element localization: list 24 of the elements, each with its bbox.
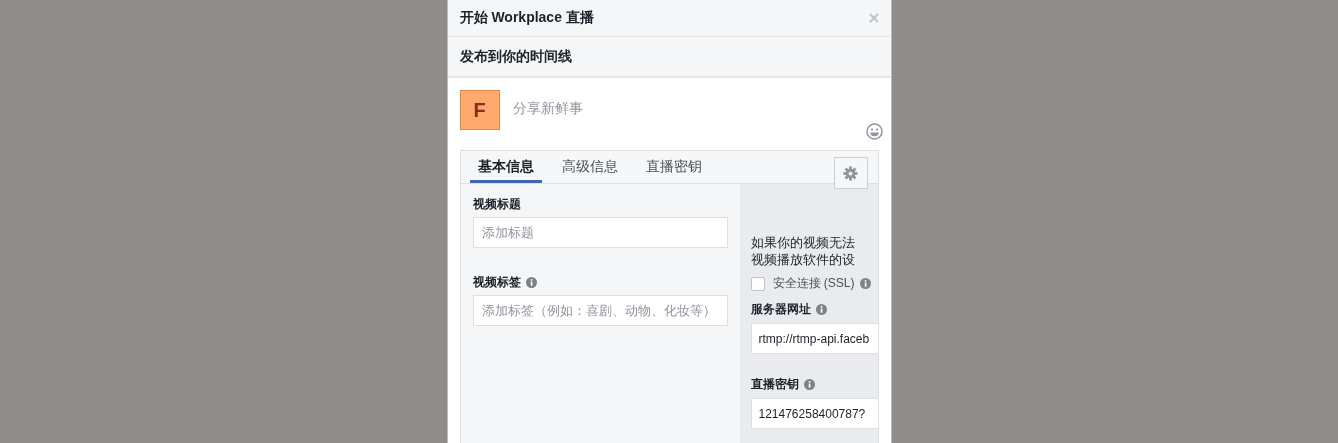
input-field[interactable]: 添加标题 [472,217,728,248]
field-label: 直播密钥 [750,375,799,393]
dialog-title: 开始 Workplace 直播 [459,9,594,27]
input-field[interactable]: rtmp://rtmp-api.faceb [750,323,878,354]
close-icon[interactable] [868,13,879,23]
tab[interactable]: 直播密钥 [637,151,710,183]
notice-text: 如果你的视频无法 视频播放软件的设 [750,234,856,268]
settings-button[interactable] [833,157,868,189]
info-icon [525,276,537,288]
tab[interactable]: 高级信息 [553,151,626,183]
info-icon [859,278,871,289]
ssl-checkbox[interactable] [750,276,765,291]
input-field[interactable]: 121476258400787? [750,398,878,429]
info-icon [803,378,815,390]
settings-icon [843,165,858,181]
smiley-icon[interactable] [865,123,883,140]
input-field[interactable]: 添加标签（例如：喜剧、动物、化妆等） [472,295,728,326]
avatar: F [459,90,500,130]
field-label: 视频标签 [472,273,521,291]
field-label: 服务器网址 [750,300,811,318]
checkbox-label: 安全连接 (SSL) [772,275,855,292]
field-label: 视频标题 [472,195,521,213]
info-icon [815,303,827,315]
section-title: 发布到你的时间线 [459,47,572,66]
